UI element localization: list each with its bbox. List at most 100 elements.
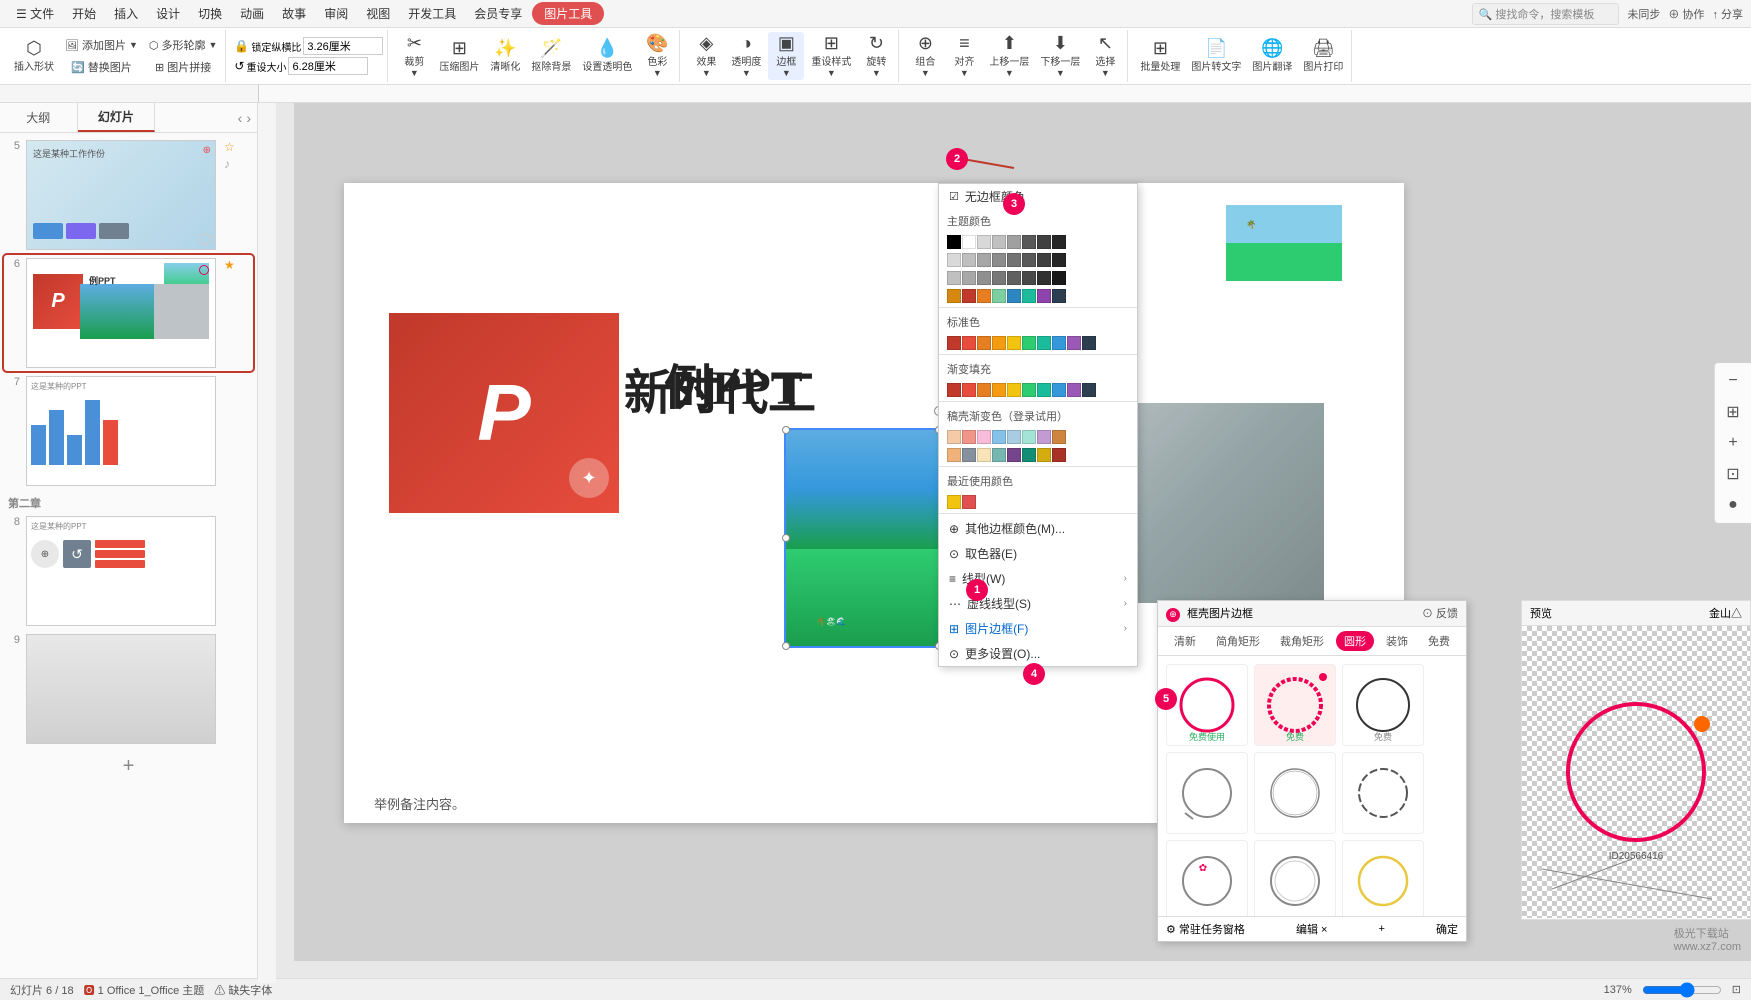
- slide-item-7[interactable]: 7 这是某种的PPT: [4, 373, 253, 489]
- replace-image-btn[interactable]: 🔄 替换图片: [61, 57, 142, 77]
- opacity-dropdown-icon[interactable]: ▼: [742, 68, 751, 78]
- color-effect-dropdown-icon[interactable]: ▼: [653, 68, 662, 78]
- select-btn[interactable]: ↖ 选择 ▼: [1087, 32, 1123, 80]
- add-footer-icon[interactable]: +: [1379, 923, 1385, 935]
- t3-3[interactable]: [977, 271, 991, 285]
- slide-item-5[interactable]: 5 这是某种工作作份 ⊕ ☆ ♪: [4, 137, 253, 253]
- panel-nav-right[interactable]: ›: [246, 110, 251, 126]
- gc-6[interactable]: [1022, 383, 1036, 397]
- mg-9[interactable]: [947, 448, 961, 462]
- t2-5[interactable]: [1007, 253, 1021, 267]
- height-input[interactable]: [288, 57, 368, 75]
- theme-color-4[interactable]: [992, 235, 1006, 249]
- sel-handle-bl[interactable]: [782, 642, 790, 650]
- mg-11[interactable]: [977, 448, 991, 462]
- frame-item-9[interactable]: [1342, 840, 1424, 916]
- menu-animation[interactable]: 动画: [232, 2, 272, 25]
- mg-7[interactable]: [1037, 430, 1051, 444]
- gc-8[interactable]: [1052, 383, 1066, 397]
- border-btn[interactable]: ▣ 边框 ▼: [768, 32, 804, 80]
- slide-item-6[interactable]: 6 P 例PPT ★: [4, 255, 253, 371]
- t2-3[interactable]: [977, 253, 991, 267]
- panel-nav-left[interactable]: ‹: [238, 110, 243, 126]
- add-slide-btn[interactable]: +: [123, 755, 135, 778]
- menu-insert[interactable]: 插入: [106, 2, 146, 25]
- tab-outline[interactable]: 大纲: [0, 103, 78, 132]
- crop-dropdown-icon[interactable]: ▼: [410, 68, 419, 78]
- gc-3[interactable]: [977, 383, 991, 397]
- translate-btn[interactable]: 🌐 图片翻译: [1248, 37, 1296, 75]
- align-btn[interactable]: ≡ 对齐 ▼: [946, 32, 982, 80]
- mg-3[interactable]: [977, 430, 991, 444]
- mg-10[interactable]: [962, 448, 976, 462]
- transparency-btn[interactable]: 💧 设置透明色: [578, 37, 636, 75]
- frame-tab-cut-rect[interactable]: 裁角矩形: [1272, 631, 1332, 651]
- t2-6[interactable]: [1022, 253, 1036, 267]
- effect-dropdown-icon[interactable]: ▼: [702, 68, 711, 78]
- gc-10[interactable]: [1082, 383, 1096, 397]
- frame-item-2[interactable]: 免费: [1254, 664, 1336, 746]
- search-box[interactable]: 🔍 搜找命令，搜索模板: [1472, 3, 1620, 25]
- t4-4[interactable]: [992, 289, 1006, 303]
- sc-4[interactable]: [992, 336, 1006, 350]
- sc-9[interactable]: [1067, 336, 1081, 350]
- gc-9[interactable]: [1067, 383, 1081, 397]
- slide-item-8[interactable]: 8 这是某种的PPT ⊕ ↺: [4, 513, 253, 629]
- sc-8[interactable]: [1052, 336, 1066, 350]
- frame-tab-circle[interactable]: 圆形: [1336, 631, 1374, 651]
- reshape-btn[interactable]: ⊞ 重设样式 ▼: [807, 32, 855, 80]
- t2-2[interactable]: [962, 253, 976, 267]
- zoom-minus-btn[interactable]: −: [1719, 367, 1747, 395]
- menu-design[interactable]: 设计: [148, 2, 188, 25]
- theme-color-5[interactable]: [1007, 235, 1021, 249]
- clearify-btn[interactable]: ✨ 清晰化: [486, 37, 524, 75]
- gc-2[interactable]: [962, 383, 976, 397]
- multi-dropdown-icon[interactable]: ▼: [209, 40, 218, 50]
- gc-1[interactable]: [947, 383, 961, 397]
- insert-shape-btn[interactable]: ⬡ 插入形状: [10, 37, 58, 75]
- print-btn[interactable]: 🖨 图片打印: [1299, 37, 1347, 75]
- t2-4[interactable]: [992, 253, 1006, 267]
- no-border-option[interactable]: ☑ 无边框颜色: [939, 184, 1137, 209]
- collaborate-btn[interactable]: ⊕ 协作: [1668, 6, 1704, 22]
- t4-6[interactable]: [1022, 289, 1036, 303]
- t3-4[interactable]: [992, 271, 1006, 285]
- t4-8[interactable]: [1052, 289, 1066, 303]
- rotate-btn[interactable]: ↻ 旋转 ▼: [858, 32, 894, 80]
- menu-transition[interactable]: 切换: [190, 2, 230, 25]
- frame-tab-clear[interactable]: 清新: [1166, 631, 1204, 651]
- mg-16[interactable]: [1052, 448, 1066, 462]
- crop-btn[interactable]: ✂ 裁剪 ▼: [396, 32, 432, 80]
- mg-4[interactable]: [992, 430, 1006, 444]
- frame-item-8[interactable]: [1254, 840, 1336, 916]
- eye-btn[interactable]: ●: [1719, 491, 1747, 519]
- sc-1[interactable]: [947, 336, 961, 350]
- theme-color-7[interactable]: [1037, 235, 1051, 249]
- multi-image-btn[interactable]: ⬡ 多形轮廓 ▼: [145, 35, 222, 55]
- menu-home[interactable]: 开始: [64, 2, 104, 25]
- mg-15[interactable]: [1037, 448, 1051, 462]
- down-layer-dropdown-icon[interactable]: ▼: [1056, 68, 1065, 78]
- mg-12[interactable]: [992, 448, 1006, 462]
- rotate-dropdown-icon[interactable]: ▼: [872, 68, 881, 78]
- mg-13[interactable]: [1007, 448, 1021, 462]
- t3-5[interactable]: [1007, 271, 1021, 285]
- crop-tool-btn[interactable]: ⊡: [1719, 460, 1747, 488]
- sc-10[interactable]: [1082, 336, 1096, 350]
- batch-process-btn[interactable]: ⊞ 批量处理: [1136, 37, 1184, 75]
- frame-item-7[interactable]: ✿: [1166, 840, 1248, 916]
- menu-view[interactable]: 视图: [358, 2, 398, 25]
- tab-slides[interactable]: 幻灯片: [78, 103, 156, 132]
- t2-1[interactable]: [947, 253, 961, 267]
- color-picker-tool-option[interactable]: ⊙ 取色器(E): [939, 541, 1137, 566]
- reshape-dropdown-icon[interactable]: ▼: [827, 68, 836, 78]
- t4-2[interactable]: [962, 289, 976, 303]
- frame-item-4[interactable]: [1166, 752, 1248, 834]
- effect-btn[interactable]: ◈ 效果 ▼: [688, 32, 724, 80]
- settings-gear-icon[interactable]: ⚙ 常驻任务窗格: [1166, 921, 1245, 937]
- mg-5[interactable]: [1007, 430, 1021, 444]
- color-effect-btn[interactable]: 🎨 色彩 ▼: [639, 32, 675, 80]
- menu-devtools[interactable]: 开发工具: [400, 2, 464, 25]
- gc-5[interactable]: [1007, 383, 1021, 397]
- menu-picture-tool[interactable]: 图片工具: [532, 2, 604, 25]
